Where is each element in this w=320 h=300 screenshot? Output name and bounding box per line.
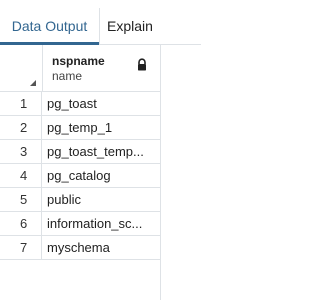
table-row[interactable]: 2 pg_temp_1 <box>0 116 160 140</box>
table-row[interactable]: 3 pg_toast_temp... <box>0 140 160 164</box>
tab-data-output[interactable]: Data Output <box>0 8 100 45</box>
sort-corner-icon <box>30 80 36 86</box>
grid-header: nspname name <box>0 45 160 92</box>
tab-explain[interactable]: Explain <box>107 8 153 44</box>
lock-icon <box>138 58 146 71</box>
row-number-header[interactable] <box>0 45 43 91</box>
row-number: 5 <box>0 188 42 211</box>
cell-nspname[interactable]: public <box>42 188 160 211</box>
table-row[interactable]: 7 myschema <box>0 236 160 260</box>
table-row[interactable]: 1 pg_toast <box>0 92 160 116</box>
row-number: 1 <box>0 92 42 115</box>
row-number: 4 <box>0 164 42 187</box>
row-number: 6 <box>0 212 42 235</box>
cell-nspname[interactable]: pg_toast <box>42 92 160 115</box>
cell-nspname[interactable]: pg_toast_temp... <box>42 140 160 163</box>
row-number: 2 <box>0 116 42 139</box>
cell-nspname[interactable]: information_sc... <box>42 212 160 235</box>
row-number: 7 <box>0 236 42 259</box>
cell-nspname[interactable]: pg_catalog <box>42 164 160 187</box>
row-number: 3 <box>0 140 42 163</box>
result-tabs: Data Output Explain <box>0 8 201 45</box>
cell-nspname[interactable]: pg_temp_1 <box>42 116 160 139</box>
column-header-nspname[interactable]: nspname name <box>42 45 160 91</box>
column-name: nspname <box>52 54 105 68</box>
table-row[interactable]: 5 public <box>0 188 160 212</box>
table-row[interactable]: 6 information_sc... <box>0 212 160 236</box>
top-clipped-strip <box>0 0 201 8</box>
table-row[interactable]: 4 pg_catalog <box>0 164 160 188</box>
column-type: name <box>52 69 83 83</box>
cell-nspname[interactable]: myschema <box>42 236 160 259</box>
data-output-grid: nspname name 1 pg_toast 2 pg_temp_1 3 pg… <box>0 45 161 300</box>
